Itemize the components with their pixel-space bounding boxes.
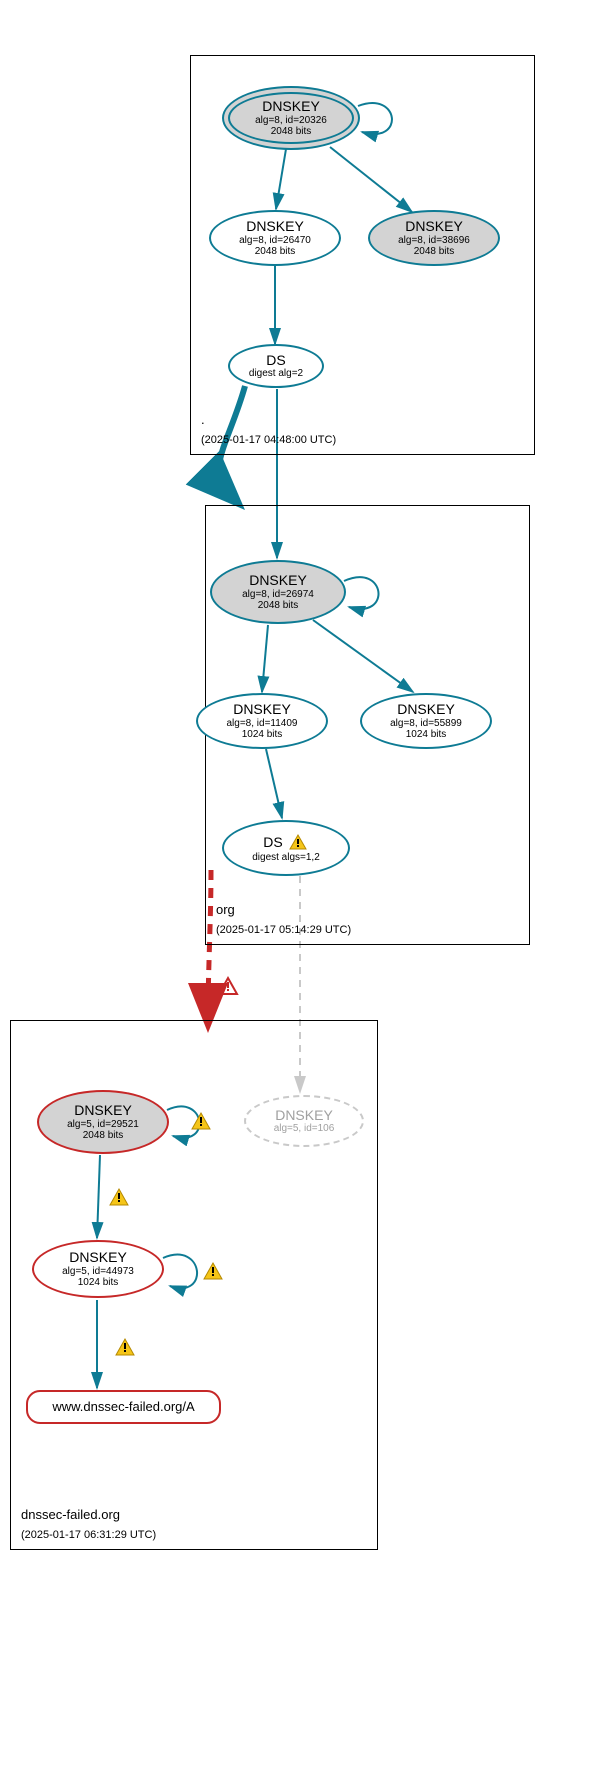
root-ksk-sub1: alg=8, id=20326: [255, 115, 327, 126]
ds-org: DS digest algs=1,2: [222, 820, 350, 876]
warning-icon: [109, 1188, 129, 1206]
org-ksk-sub2: 2048 bits: [258, 600, 299, 611]
leaf-zsk-title: DNSKEY: [69, 1250, 127, 1265]
leaf-ksk-sub1: alg=5, id=29521: [67, 1119, 139, 1130]
ds-root-title: DS: [266, 353, 285, 368]
root-key2-sub2: 2048 bits: [414, 246, 455, 257]
root-ksk: DNSKEY alg=8, id=20326 2048 bits: [222, 86, 360, 150]
org-key2-sub2: 1024 bits: [406, 729, 447, 740]
warning-icon: [218, 977, 238, 995]
root-zsk-title: DNSKEY: [246, 219, 304, 234]
zone-org-ts: (2025-01-17 05:14:29 UTC): [216, 924, 351, 936]
org-ksk: DNSKEY alg=8, id=26974 2048 bits: [210, 560, 346, 624]
leaf-zsk-sub2: 1024 bits: [78, 1277, 119, 1288]
org-zsk: DNSKEY alg=8, id=11409 1024 bits: [196, 693, 328, 749]
org-zsk-sub2: 1024 bits: [242, 729, 283, 740]
leaf-missing-key: DNSKEY alg=5, id=106: [244, 1095, 364, 1147]
org-zsk-sub1: alg=8, id=11409: [227, 718, 298, 729]
ds-org-sub1: digest algs=1,2: [252, 852, 320, 863]
leaf-ksk-title: DNSKEY: [74, 1103, 132, 1118]
root-zsk: DNSKEY alg=8, id=26470 2048 bits: [209, 210, 341, 266]
leaf-missing-sub1: alg=5, id=106: [274, 1123, 335, 1134]
root-key2: DNSKEY alg=8, id=38696 2048 bits: [368, 210, 500, 266]
root-ksk-sub2: 2048 bits: [271, 126, 312, 137]
leaf-zsk: DNSKEY alg=5, id=44973 1024 bits: [32, 1240, 164, 1298]
org-ksk-sub1: alg=8, id=26974: [242, 589, 314, 600]
org-key2: DNSKEY alg=8, id=55899 1024 bits: [360, 693, 492, 749]
org-key2-title: DNSKEY: [397, 702, 455, 717]
root-key2-sub1: alg=8, id=38696: [398, 235, 470, 246]
zone-leaf-name: dnssec-failed.org: [21, 1507, 120, 1522]
zone-root-ts: (2025-01-17 04:48:00 UTC): [201, 434, 336, 446]
leaf-zsk-sub1: alg=5, id=44973: [62, 1266, 134, 1277]
warning-icon: [191, 1112, 211, 1130]
root-zsk-sub1: alg=8, id=26470: [239, 235, 311, 246]
leaf-ksk-sub2: 2048 bits: [83, 1130, 124, 1141]
ds-root-sub1: digest alg=2: [249, 368, 303, 379]
org-key2-sub1: alg=8, id=55899: [390, 718, 462, 729]
root-zsk-sub2: 2048 bits: [255, 246, 296, 257]
warning-icon: [115, 1338, 135, 1356]
root-ksk-title: DNSKEY: [262, 99, 320, 114]
zone-leaf-ts: (2025-01-17 06:31:29 UTC): [21, 1529, 156, 1541]
root-key2-title: DNSKEY: [405, 219, 463, 234]
zone-root-name: .: [201, 412, 205, 427]
warning-icon: [289, 834, 309, 852]
leaf-ksk: DNSKEY alg=5, id=29521 2048 bits: [37, 1090, 169, 1154]
rrset-node: www.dnssec-failed.org/A: [26, 1390, 221, 1424]
rrset-title: www.dnssec-failed.org/A: [52, 1400, 194, 1414]
leaf-missing-title: DNSKEY: [275, 1108, 333, 1123]
org-zsk-title: DNSKEY: [233, 702, 291, 717]
zone-org-name: org: [216, 902, 235, 917]
org-ksk-title: DNSKEY: [249, 573, 307, 588]
ds-org-title: DS: [263, 835, 282, 850]
warning-icon: [203, 1262, 223, 1280]
ds-root: DS digest alg=2: [228, 344, 324, 388]
